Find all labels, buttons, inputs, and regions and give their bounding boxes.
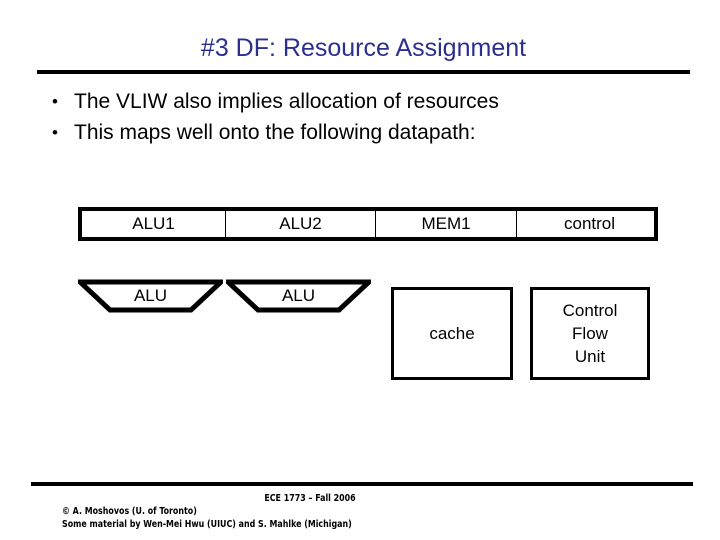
alu-unit-1-label: ALU (133, 286, 168, 305)
cfu-label-line-2: Flow (572, 324, 608, 343)
footer-divider-rule (31, 482, 693, 486)
resource-cell-alu1: ALU1 (82, 211, 226, 237)
footer: ECE 1773 – Fall 2006 © A. Moshovos (U. o… (0, 492, 720, 531)
resource-cell-mem1: MEM1 (376, 211, 517, 237)
bullet-list: • The VLIW also implies allocation of re… (52, 88, 692, 150)
page-title: #3 DF: Resource Assignment (200, 34, 527, 62)
alu-unit-2: ALU (226, 279, 371, 313)
footer-credits: © A. Moshovos (U. of Toronto) Some mater… (62, 505, 720, 531)
resource-cell-control: control (563, 214, 616, 233)
bullet-text: The VLIW also implies allocation of reso… (74, 90, 499, 113)
control-flow-unit-label: Control Flow Unit (563, 299, 618, 368)
footer-course-text: ECE 1773 – Fall 2006 (264, 493, 356, 504)
bullet-marker-icon: • (52, 92, 58, 111)
bullet-marker-icon: • (52, 123, 58, 142)
cache-box: cache (391, 287, 513, 380)
resource-cell-alu2: ALU2 (226, 211, 376, 237)
slide: #3 DF: Resource Assignment • The VLIW al… (0, 0, 720, 540)
alu-unit-1: ALU (78, 279, 223, 313)
cfu-label-line-3: Unit (574, 347, 606, 366)
list-item: • The VLIW also implies allocation of re… (52, 88, 692, 116)
cfu-label-line-1: Control (562, 301, 618, 320)
resource-row: ALU1 ALU2 MEM1 control (78, 207, 658, 241)
list-item: • This maps well onto the following data… (52, 119, 692, 147)
cache-box-label: cache (429, 324, 475, 343)
control-flow-unit-box: Control Flow Unit (530, 287, 650, 380)
alu-unit-2-label: ALU (281, 286, 316, 305)
datapath-diagram: ALU1 ALU2 MEM1 control ALU ALU cache Con… (0, 0, 720, 540)
bullet-text: This maps well onto the following datapa… (74, 121, 476, 144)
title-divider-rule (37, 70, 690, 74)
footer-copyright-text: © A. Moshovos (U. of Toronto) (62, 506, 197, 517)
footer-credits-text: Some material by Wen-Mei Hwu (UIUC) and … (62, 519, 352, 530)
